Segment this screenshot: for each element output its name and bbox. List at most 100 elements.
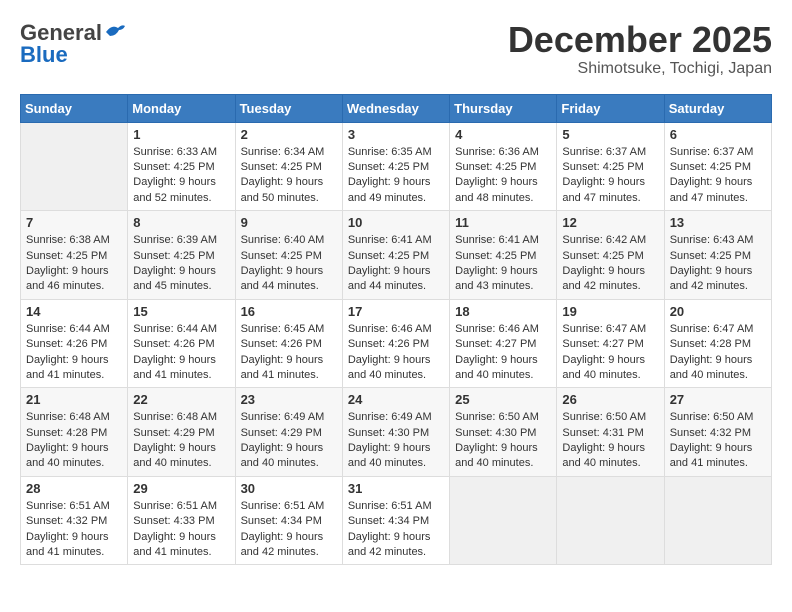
calendar-cell: 13Sunrise: 6:43 AMSunset: 4:25 PMDayligh… xyxy=(664,211,771,300)
calendar-cell: 12Sunrise: 6:42 AMSunset: 4:25 PMDayligh… xyxy=(557,211,664,300)
calendar-cell: 8 Sunrise: 6:39 AMSunset: 4:25 PMDaylight… xyxy=(128,211,235,300)
day-number: 20 xyxy=(670,304,766,319)
calendar-cell: 23 Sunrise: 6:49 AMSunset: 4:29 PMDayligh… xyxy=(235,388,342,477)
calendar-cell: 20 Sunrise: 6:47 AMSunset: 4:28 PMDayligh… xyxy=(664,299,771,388)
day-info: Sunrise: 6:49 AMSunset: 4:30 PMDaylight:… xyxy=(348,410,444,472)
calendar-cell: 18 Sunrise: 6:46 AMSunset: 4:27 PMDayligh… xyxy=(450,299,557,388)
calendar-cell: 2Sunrise: 6:34 AMSunset: 4:25 PMDaylight… xyxy=(235,122,342,211)
day-info: Sunrise: 6:44 AMSunset: 4:26 PMDaylight:… xyxy=(133,322,229,384)
day-info: Sunrise: 6:47 AMSunset: 4:27 PMDaylight:… xyxy=(562,322,658,384)
calendar-cell: 30 Sunrise: 6:51 AMSunset: 4:34 PMDayligh… xyxy=(235,476,342,565)
calendar-cell xyxy=(450,476,557,565)
logo-blue-text: Blue xyxy=(20,42,68,68)
day-info: Sunrise: 6:37 AMSunset: 4:25 PMDaylight:… xyxy=(670,145,766,207)
day-number: 7 xyxy=(26,215,122,230)
day-number: 14 xyxy=(26,304,122,319)
day-info: Sunrise: 6:41 AMSunset: 4:25 PMDaylight:… xyxy=(455,233,551,295)
day-info: Sunrise: 6:39 AMSunset: 4:25 PMDaylight:… xyxy=(133,233,229,295)
weekday-header-sunday: Sunday xyxy=(21,94,128,122)
weekday-header-monday: Monday xyxy=(128,94,235,122)
day-number: 6 xyxy=(670,127,766,142)
day-info: Sunrise: 6:44 AMSunset: 4:26 PMDaylight:… xyxy=(26,322,122,384)
day-info: Sunrise: 6:51 AMSunset: 4:32 PMDaylight:… xyxy=(26,499,122,561)
day-info: Sunrise: 6:51 AMSunset: 4:34 PMDaylight:… xyxy=(241,499,337,561)
day-number: 4 xyxy=(455,127,551,142)
day-info: Sunrise: 6:51 AMSunset: 4:33 PMDaylight:… xyxy=(133,499,229,561)
calendar-cell: 21 Sunrise: 6:48 AMSunset: 4:28 PMDayligh… xyxy=(21,388,128,477)
day-info: Sunrise: 6:33 AMSunset: 4:25 PMDaylight:… xyxy=(133,145,229,207)
weekday-header-wednesday: Wednesday xyxy=(342,94,449,122)
calendar-cell: 5Sunrise: 6:37 AMSunset: 4:25 PMDaylight… xyxy=(557,122,664,211)
day-number: 25 xyxy=(455,392,551,407)
day-number: 24 xyxy=(348,392,444,407)
day-number: 5 xyxy=(562,127,658,142)
calendar-cell: 26Sunrise: 6:50 AMSunset: 4:31 PMDayligh… xyxy=(557,388,664,477)
calendar-week-1: 1 Sunrise: 6:33 AMSunset: 4:25 PMDaylight… xyxy=(21,122,772,211)
page-header: General Blue December 2025 Shimotsuke, T… xyxy=(20,20,772,78)
month-title: December 2025 xyxy=(508,20,772,60)
day-number: 8 xyxy=(133,215,229,230)
calendar-week-3: 14 Sunrise: 6:44 AMSunset: 4:26 PMDayligh… xyxy=(21,299,772,388)
day-number: 10 xyxy=(348,215,444,230)
day-number: 11 xyxy=(455,215,551,230)
calendar-cell: 3 Sunrise: 6:35 AMSunset: 4:25 PMDaylight… xyxy=(342,122,449,211)
calendar-cell: 25 Sunrise: 6:50 AMSunset: 4:30 PMDayligh… xyxy=(450,388,557,477)
calendar-cell: 31Sunrise: 6:51 AMSunset: 4:34 PMDayligh… xyxy=(342,476,449,565)
day-number: 1 xyxy=(133,127,229,142)
day-number: 23 xyxy=(241,392,337,407)
calendar-week-2: 7 Sunrise: 6:38 AMSunset: 4:25 PMDaylight… xyxy=(21,211,772,300)
day-info: Sunrise: 6:35 AMSunset: 4:25 PMDaylight:… xyxy=(348,145,444,207)
day-number: 12 xyxy=(562,215,658,230)
calendar-cell: 11 Sunrise: 6:41 AMSunset: 4:25 PMDayligh… xyxy=(450,211,557,300)
day-number: 21 xyxy=(26,392,122,407)
day-number: 31 xyxy=(348,481,444,496)
day-info: Sunrise: 6:48 AMSunset: 4:29 PMDaylight:… xyxy=(133,410,229,472)
calendar-cell: 15Sunrise: 6:44 AMSunset: 4:26 PMDayligh… xyxy=(128,299,235,388)
logo: General Blue xyxy=(20,20,126,68)
day-number: 22 xyxy=(133,392,229,407)
day-info: Sunrise: 6:36 AMSunset: 4:25 PMDaylight:… xyxy=(455,145,551,207)
calendar-cell: 29 Sunrise: 6:51 AMSunset: 4:33 PMDayligh… xyxy=(128,476,235,565)
day-info: Sunrise: 6:48 AMSunset: 4:28 PMDaylight:… xyxy=(26,410,122,472)
day-info: Sunrise: 6:50 AMSunset: 4:30 PMDaylight:… xyxy=(455,410,551,472)
calendar-week-5: 28 Sunrise: 6:51 AMSunset: 4:32 PMDayligh… xyxy=(21,476,772,565)
day-number: 19 xyxy=(562,304,658,319)
calendar-cell xyxy=(557,476,664,565)
day-info: Sunrise: 6:43 AMSunset: 4:25 PMDaylight:… xyxy=(670,233,766,295)
calendar-cell xyxy=(664,476,771,565)
day-info: Sunrise: 6:47 AMSunset: 4:28 PMDaylight:… xyxy=(670,322,766,384)
day-info: Sunrise: 6:41 AMSunset: 4:25 PMDaylight:… xyxy=(348,233,444,295)
day-number: 9 xyxy=(241,215,337,230)
weekday-header-thursday: Thursday xyxy=(450,94,557,122)
day-number: 2 xyxy=(241,127,337,142)
day-number: 3 xyxy=(348,127,444,142)
title-block: December 2025 Shimotsuke, Tochigi, Japan xyxy=(508,20,772,78)
day-info: Sunrise: 6:50 AMSunset: 4:31 PMDaylight:… xyxy=(562,410,658,472)
calendar-cell: 1 Sunrise: 6:33 AMSunset: 4:25 PMDaylight… xyxy=(128,122,235,211)
day-number: 28 xyxy=(26,481,122,496)
calendar-cell: 27Sunrise: 6:50 AMSunset: 4:32 PMDayligh… xyxy=(664,388,771,477)
calendar-cell: 17Sunrise: 6:46 AMSunset: 4:26 PMDayligh… xyxy=(342,299,449,388)
calendar-cell: 19 Sunrise: 6:47 AMSunset: 4:27 PMDayligh… xyxy=(557,299,664,388)
calendar-table: SundayMondayTuesdayWednesdayThursdayFrid… xyxy=(20,94,772,566)
calendar-cell: 14 Sunrise: 6:44 AMSunset: 4:26 PMDayligh… xyxy=(21,299,128,388)
calendar-cell: 28 Sunrise: 6:51 AMSunset: 4:32 PMDayligh… xyxy=(21,476,128,565)
weekday-header-row: SundayMondayTuesdayWednesdayThursdayFrid… xyxy=(21,94,772,122)
calendar-cell: 10 Sunrise: 6:41 AMSunset: 4:25 PMDayligh… xyxy=(342,211,449,300)
day-info: Sunrise: 6:49 AMSunset: 4:29 PMDaylight:… xyxy=(241,410,337,472)
calendar-cell xyxy=(21,122,128,211)
calendar-cell: 9Sunrise: 6:40 AMSunset: 4:25 PMDaylight… xyxy=(235,211,342,300)
day-info: Sunrise: 6:38 AMSunset: 4:25 PMDaylight:… xyxy=(26,233,122,295)
location: Shimotsuke, Tochigi, Japan xyxy=(508,60,772,78)
calendar-cell: 16Sunrise: 6:45 AMSunset: 4:26 PMDayligh… xyxy=(235,299,342,388)
calendar-cell: 6 Sunrise: 6:37 AMSunset: 4:25 PMDaylight… xyxy=(664,122,771,211)
weekday-header-tuesday: Tuesday xyxy=(235,94,342,122)
day-number: 18 xyxy=(455,304,551,319)
calendar-cell: 24 Sunrise: 6:49 AMSunset: 4:30 PMDayligh… xyxy=(342,388,449,477)
day-info: Sunrise: 6:46 AMSunset: 4:27 PMDaylight:… xyxy=(455,322,551,384)
day-number: 30 xyxy=(241,481,337,496)
day-number: 29 xyxy=(133,481,229,496)
calendar-cell: 22 Sunrise: 6:48 AMSunset: 4:29 PMDayligh… xyxy=(128,388,235,477)
calendar-week-4: 21 Sunrise: 6:48 AMSunset: 4:28 PMDayligh… xyxy=(21,388,772,477)
calendar-cell: 4 Sunrise: 6:36 AMSunset: 4:25 PMDaylight… xyxy=(450,122,557,211)
